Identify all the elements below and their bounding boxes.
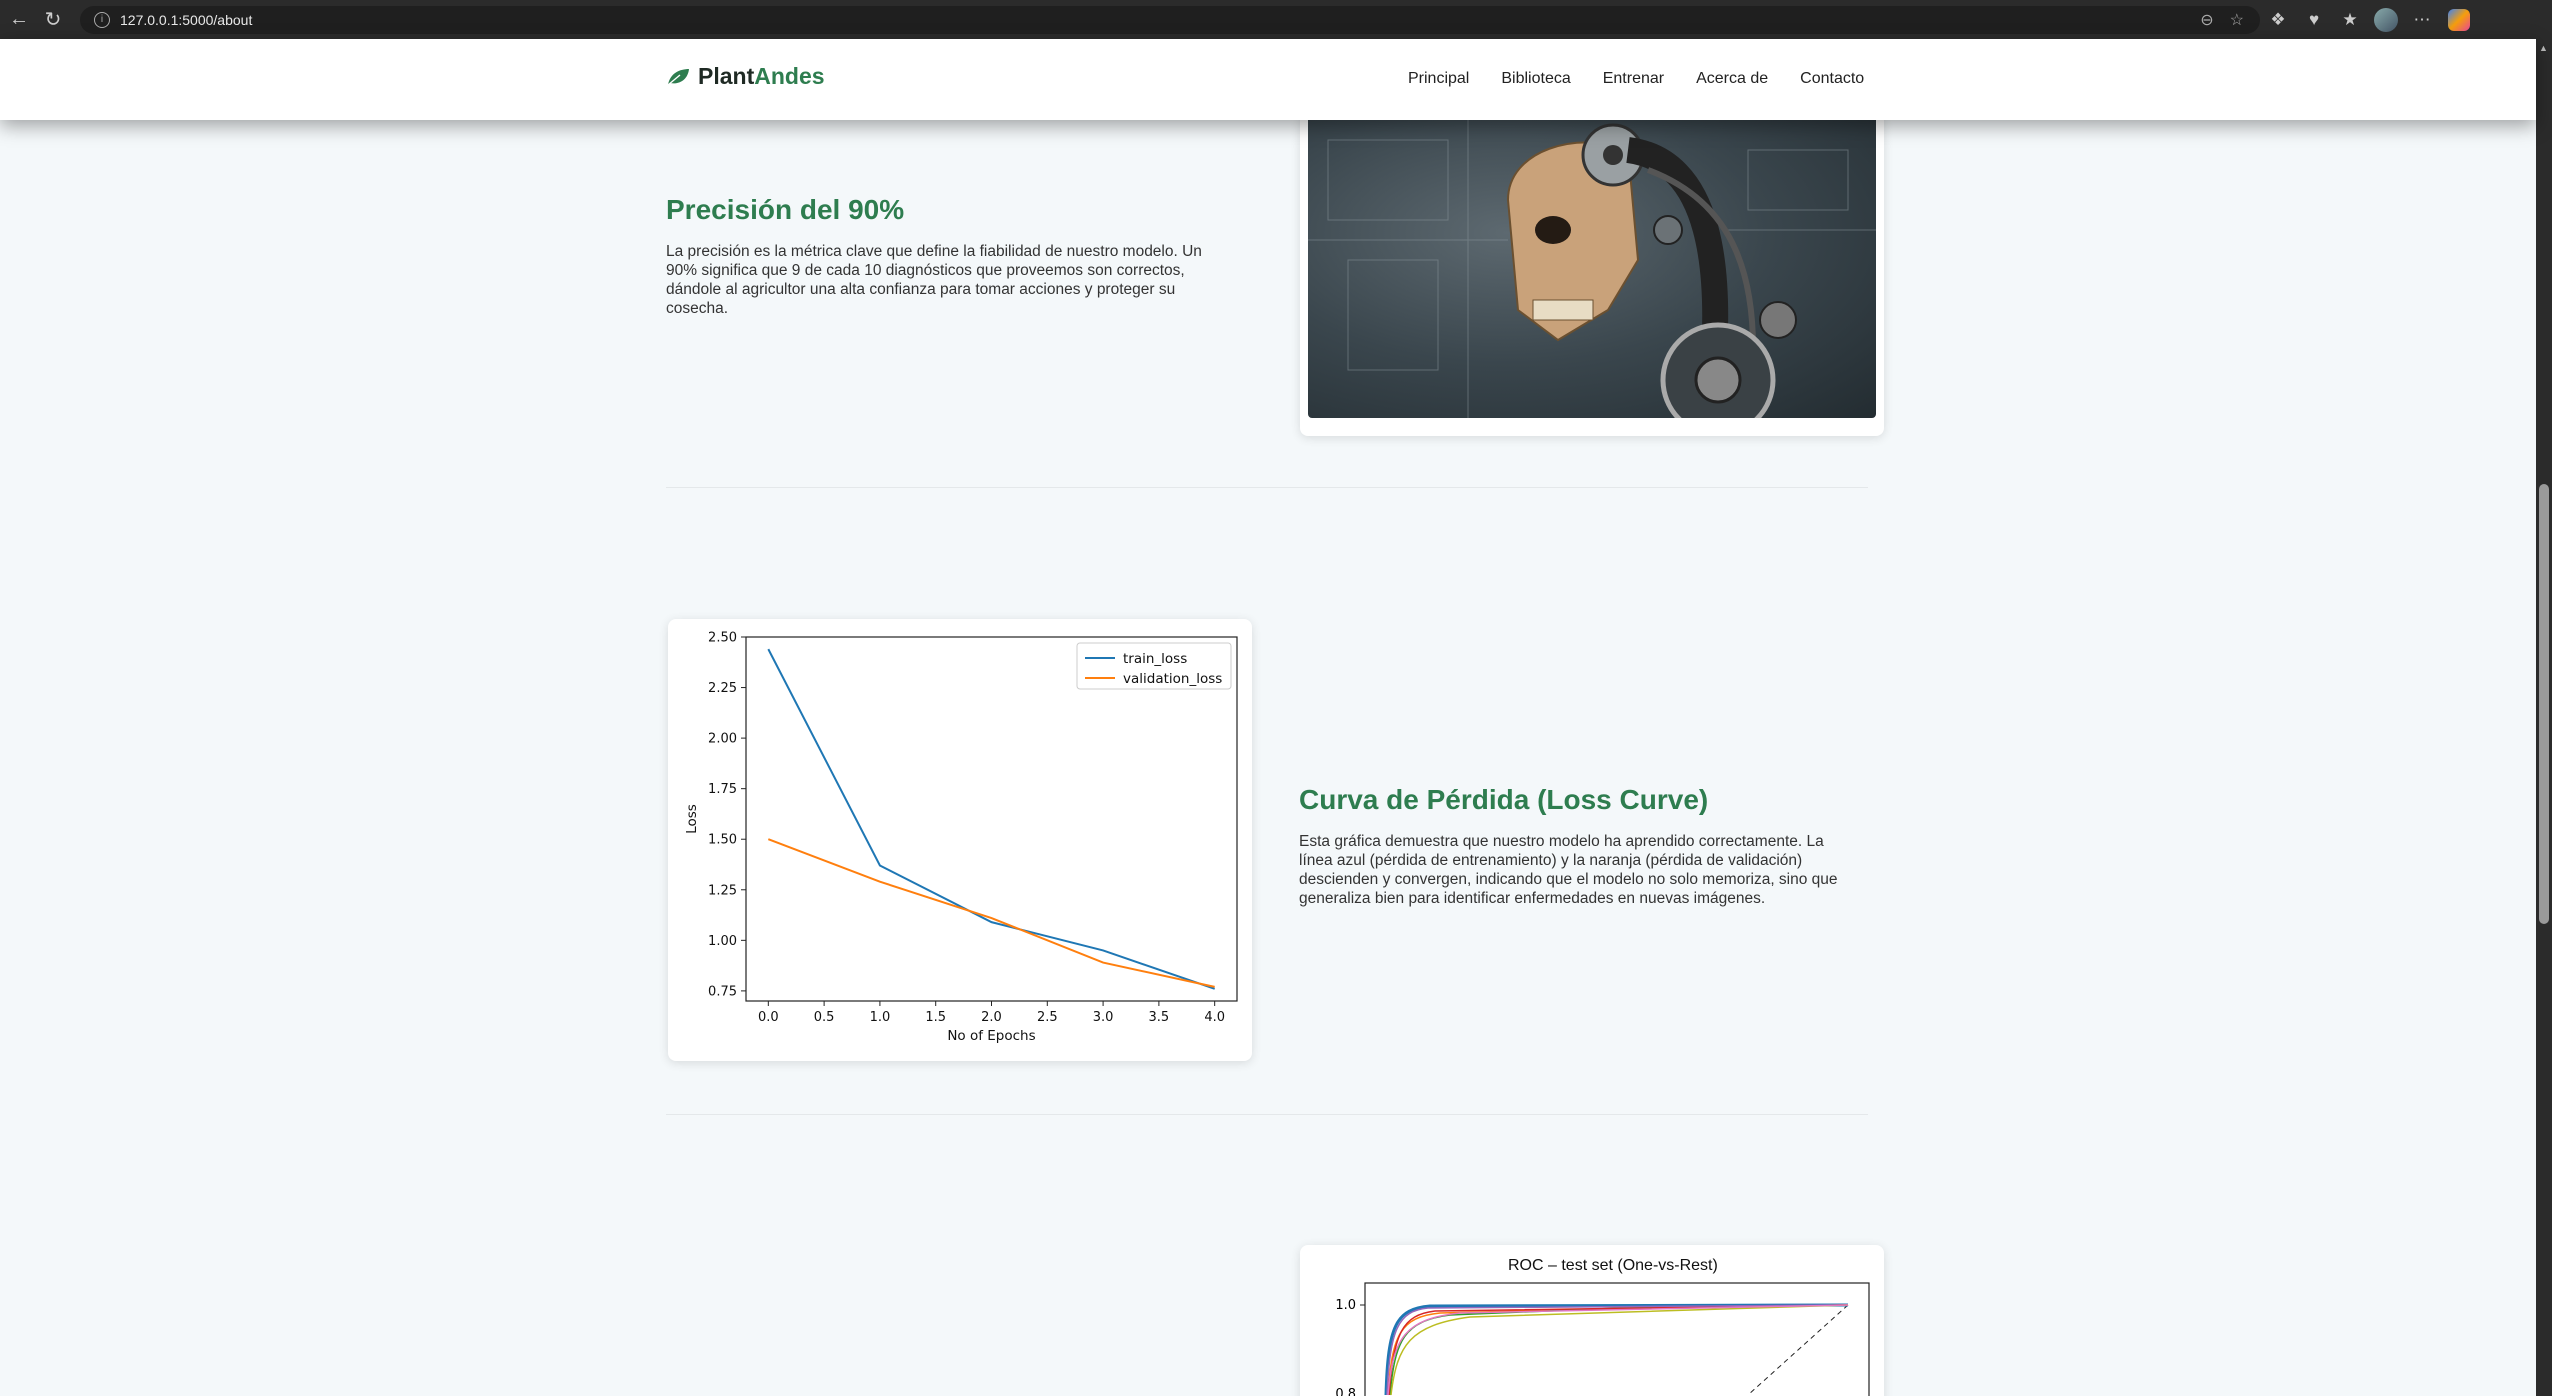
y-tick-label: 1.25: [708, 883, 737, 898]
nav-link-acerca-de[interactable]: Acerca de: [1696, 70, 1768, 88]
accuracy-title: Precisión del 90%: [666, 194, 905, 225]
section-divider: [666, 487, 1868, 488]
more-options-icon[interactable]: ⋯: [2404, 10, 2440, 30]
x-tick-label: 1.0: [870, 1010, 891, 1025]
y-tick-label: 0.75: [708, 984, 737, 999]
extensions-icon[interactable]: ❖: [2260, 10, 2296, 30]
profile-avatar[interactable]: [2374, 7, 2398, 32]
scroll-up-icon[interactable]: ▲: [2539, 43, 2548, 53]
nav-link-contacto[interactable]: Contacto: [1800, 70, 1864, 88]
roc-ytick-label-1: 1.0: [1335, 1298, 1356, 1313]
section-divider-2: [666, 1114, 1868, 1115]
brand-logo[interactable]: Plant Andes: [666, 63, 825, 90]
y-tick-label: 2.00: [708, 732, 737, 747]
url-text: 127.0.0.1:5000/about: [120, 11, 253, 28]
leaf-icon: [667, 68, 689, 86]
x-tick-label: 2.0: [981, 1010, 1002, 1025]
roc-ytick-label-2: 0.8: [1335, 1387, 1356, 1396]
x-tick-label: 3.5: [1149, 1010, 1170, 1025]
performance-icon[interactable]: ♥: [2296, 10, 2332, 30]
scrollbar-thumb[interactable]: [2539, 484, 2549, 924]
x-tick-label: 1.5: [925, 1010, 946, 1025]
legend-label-validation_loss: validation_loss: [1123, 671, 1222, 687]
y-tick-label: 1.75: [708, 782, 737, 797]
address-bar[interactable]: i 127.0.0.1:5000/about ⊖ ☆: [80, 5, 2260, 34]
robot-skull-image: [1308, 110, 1876, 418]
y-tick-label: 1.50: [708, 833, 737, 848]
favorites-icon[interactable]: ★: [2332, 10, 2368, 30]
x-tick-label: 0.0: [758, 1010, 779, 1025]
legend-label-train_loss: train_loss: [1123, 651, 1187, 667]
roc-chart: 1.0 0.8: [1335, 1282, 1870, 1396]
loss-plot-area: [745, 636, 1238, 1002]
x-tick-label: 3.0: [1093, 1010, 1114, 1025]
y-tick-label: 2.25: [708, 681, 737, 696]
site-navbar: Plant Andes Principal Biblioteca Entrenar…: [0, 39, 2536, 120]
x-tick-label: 2.5: [1037, 1010, 1058, 1025]
main-nav: Principal Biblioteca Entrenar Acerca de …: [1408, 70, 1896, 88]
x-axis-label: No of Epochs: [947, 1028, 1035, 1044]
reader-mode-icon[interactable]: ⊖: [2200, 10, 2213, 30]
loss-text: Esta gráfica demuestra que nuestro model…: [1299, 833, 1838, 907]
browser-toolbar: ← ↻ i 127.0.0.1:5000/about ⊖ ☆ ❖ ♥ ★ ⋯: [0, 0, 2552, 39]
x-tick-label: 0.5: [814, 1010, 835, 1025]
accuracy-text: La precisión es la métrica clave que def…: [666, 243, 1202, 317]
loss-chart-card: 0.0 0.5 1.0 1.5 2.0 2.5 3.0 3.5 4.0 0.75 1.00 1.25 1…: [668, 619, 1252, 1061]
site-info-icon[interactable]: i: [94, 11, 110, 28]
reload-icon[interactable]: ↻: [38, 5, 68, 35]
roc-chart-card: ROC – test set (One-vs-Rest) 1.0 0.8: [1300, 1245, 1884, 1396]
robot-image-card: [1300, 110, 1884, 436]
y-tick-label: 1.00: [708, 934, 737, 949]
y-tick-label: 2.50: [708, 631, 737, 646]
favorite-star-icon[interactable]: ☆: [2230, 10, 2244, 30]
x-tick-label: 4.0: [1204, 1010, 1225, 1025]
brand-andes: Andes: [754, 63, 825, 89]
nav-link-entrenar[interactable]: Entrenar: [1603, 70, 1664, 88]
back-icon[interactable]: ←: [4, 5, 34, 35]
y-axis-label: Loss: [684, 804, 700, 834]
roc-plot-area: [1364, 1282, 1870, 1396]
brand-plant: Plant: [698, 63, 755, 89]
nav-link-biblioteca[interactable]: Biblioteca: [1501, 70, 1570, 88]
nav-link-principal[interactable]: Principal: [1408, 70, 1469, 88]
loss-chart: 0.0 0.5 1.0 1.5 2.0 2.5 3.0 3.5 4.0 0.75 1.00 1.25 1…: [684, 631, 1238, 1044]
copilot-icon[interactable]: [2448, 8, 2470, 31]
loss-title: Curva de Pérdida (Loss Curve): [1299, 784, 1709, 815]
